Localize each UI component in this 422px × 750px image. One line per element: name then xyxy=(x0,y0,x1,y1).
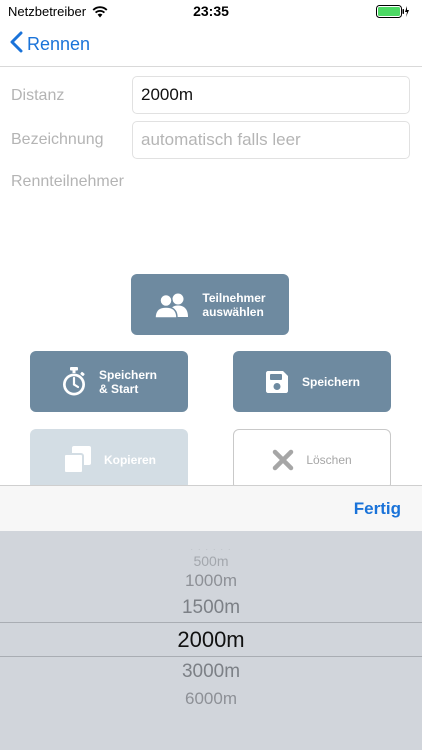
copy-button-label: Kopieren xyxy=(103,452,156,467)
distance-label: Distanz xyxy=(11,87,65,104)
picker-option[interactable]: 1500m xyxy=(0,597,422,619)
copy-button[interactable]: Kopieren xyxy=(30,429,188,490)
stopwatch-icon xyxy=(61,366,87,397)
picker-toolbar: Fertig xyxy=(0,485,422,532)
select-participants-button[interactable]: Teilnehmer auswählen xyxy=(131,274,289,335)
participants-label: Rennteilnehmer xyxy=(11,173,124,190)
picker-option[interactable]: 3000m xyxy=(0,661,422,683)
users-icon xyxy=(154,292,190,318)
delete-button[interactable]: Löschen xyxy=(233,429,391,490)
save-and-start-label: Speichern & Start xyxy=(98,367,158,396)
copy-icon xyxy=(62,445,92,475)
navigation-bar: Rennen xyxy=(0,22,422,67)
picker-selection-line-bottom xyxy=(0,656,422,657)
distance-picker[interactable]: · · · · · · 500m 1000m 1500m 2000m 3000m… xyxy=(0,531,422,750)
status-bar: Netzbetreiber 23:35 xyxy=(0,0,422,22)
picker-option-selected[interactable]: 2000m xyxy=(0,627,422,653)
clock: 23:35 xyxy=(193,3,229,19)
back-button[interactable]: Rennen xyxy=(10,31,90,58)
back-button-label: Rennen xyxy=(27,34,91,54)
floppy-disk-icon xyxy=(264,369,290,395)
save-button-label: Speichern xyxy=(301,374,361,389)
battery-icon xyxy=(376,5,410,23)
distance-field[interactable] xyxy=(132,76,410,114)
select-participants-label: Teilnehmer auswählen xyxy=(202,290,266,319)
picker-option[interactable]: 6000m xyxy=(0,689,422,709)
picker-option[interactable]: 1000m xyxy=(0,571,422,591)
save-and-start-button[interactable]: Speichern & Start xyxy=(30,351,188,412)
name-field[interactable] xyxy=(132,121,410,159)
done-button[interactable]: Fertig xyxy=(354,499,401,519)
save-button[interactable]: Speichern xyxy=(233,351,391,412)
picker-option[interactable]: 500m xyxy=(0,553,422,569)
picker-selection-line-top xyxy=(0,622,422,623)
close-icon xyxy=(272,449,294,471)
chevron-left-icon xyxy=(10,31,23,58)
name-label: Bezeichnung xyxy=(11,131,104,148)
delete-button-label: Löschen xyxy=(306,452,352,467)
